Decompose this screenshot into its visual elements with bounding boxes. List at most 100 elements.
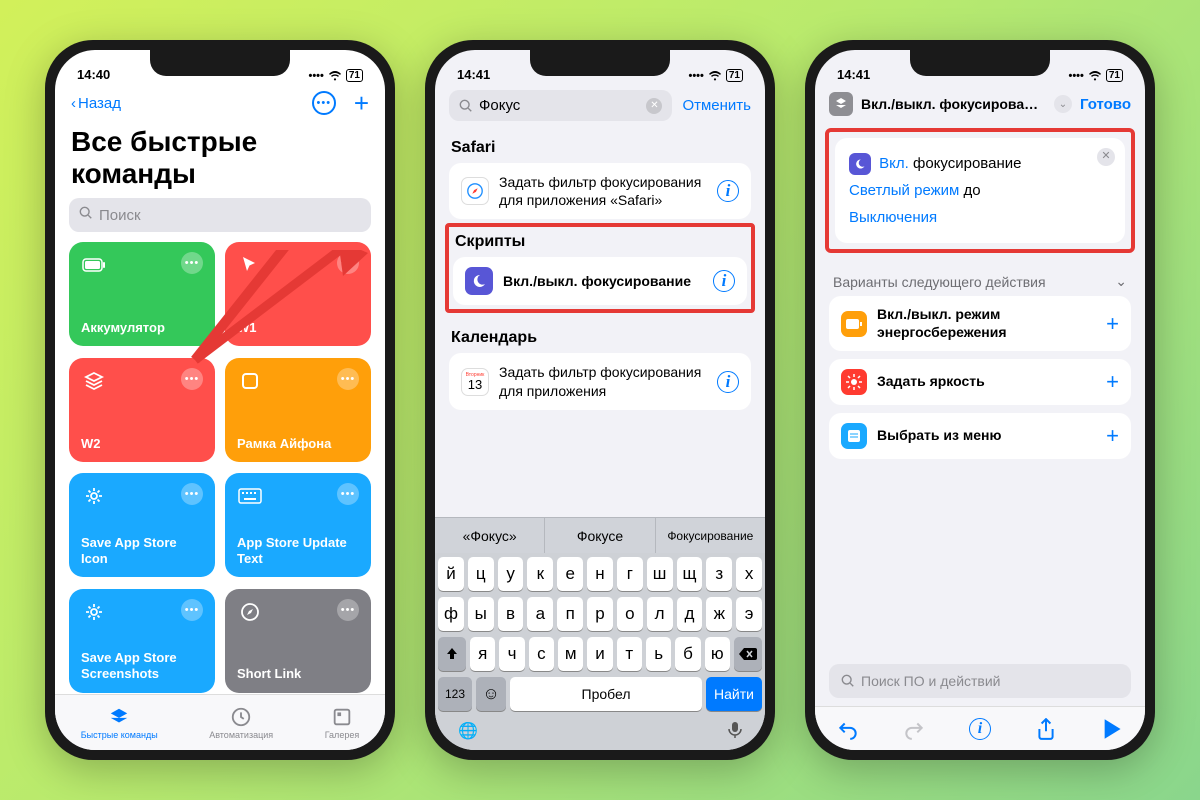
suggestion[interactable]: «Фокус» xyxy=(435,518,545,553)
key-у[interactable]: у xyxy=(498,557,524,591)
action-set-focus[interactable]: ✕ Вкл. фокусирование Светлый режим до Вы… xyxy=(835,138,1125,243)
key-ч[interactable]: ч xyxy=(499,637,524,671)
key-х[interactable]: х xyxy=(736,557,762,591)
info-icon[interactable]: i xyxy=(717,180,739,202)
add-icon[interactable]: + xyxy=(1106,369,1119,395)
tile-menu-icon[interactable]: ••• xyxy=(181,368,203,390)
key-г[interactable]: г xyxy=(617,557,643,591)
token-off[interactable]: Выключения xyxy=(849,209,937,226)
suggestion-brightness[interactable]: Задать яркость + xyxy=(829,359,1131,405)
mic-key[interactable] xyxy=(728,721,742,744)
action-search-field[interactable]: Поиск ПО и действий xyxy=(829,664,1131,698)
row-toggle-focus[interactable]: Вкл./выкл. фокусирование i xyxy=(453,257,747,305)
key-в[interactable]: в xyxy=(498,597,524,631)
key-к[interactable]: к xyxy=(527,557,553,591)
clear-icon[interactable]: ✕ xyxy=(646,98,662,114)
row-calendar-filter[interactable]: Вторник 13 Задать фильтр фокусирования д… xyxy=(449,353,751,409)
key-н[interactable]: н xyxy=(587,557,613,591)
backspace-key[interactable] xyxy=(734,637,762,671)
delete-action-icon[interactable]: ✕ xyxy=(1097,148,1115,166)
tile-iphone-frame[interactable]: ••• Рамка Айфона xyxy=(225,358,371,462)
suggestion-low-power[interactable]: Вкл./выкл. режим энергосбережения + xyxy=(829,296,1131,351)
emoji-key[interactable]: ☺ xyxy=(476,677,506,711)
tile-update-text[interactable]: ••• App Store Update Text xyxy=(225,473,371,577)
add-icon[interactable]: + xyxy=(1106,423,1119,449)
chevron-down-icon[interactable]: ⌄ xyxy=(1054,95,1072,113)
key-ц[interactable]: ц xyxy=(468,557,494,591)
tile-menu-icon[interactable]: ••• xyxy=(181,599,203,621)
key-ь[interactable]: ь xyxy=(646,637,671,671)
key-м[interactable]: м xyxy=(558,637,583,671)
tile-menu-icon[interactable]: ••• xyxy=(337,599,359,621)
tab-shortcuts[interactable]: Быстрые команды xyxy=(81,706,158,740)
tile-w2[interactable]: ••• W2 xyxy=(69,358,215,462)
suggestion[interactable]: Фокусирование xyxy=(656,518,765,553)
cancel-button[interactable]: Отменить xyxy=(682,97,751,114)
section-scripts: Скрипты xyxy=(449,227,751,257)
tab-gallery[interactable]: Галерея xyxy=(325,706,360,740)
row-safari-filter[interactable]: Задать фильтр фокусирования для приложен… xyxy=(449,163,751,219)
undo-button[interactable] xyxy=(837,718,859,740)
sun-icon xyxy=(841,369,867,395)
safari-card: Задать фильтр фокусирования для приложен… xyxy=(449,163,751,219)
key-и[interactable]: и xyxy=(587,637,612,671)
suggestion-choose-menu[interactable]: Выбрать из меню + xyxy=(829,413,1131,459)
share-button[interactable] xyxy=(1035,718,1057,740)
tile-battery[interactable]: ••• Аккумулятор xyxy=(69,242,215,346)
tab-automation[interactable]: Автоматизация xyxy=(209,706,273,740)
key-а[interactable]: а xyxy=(527,597,553,631)
key-ы[interactable]: ы xyxy=(468,597,494,631)
more-button[interactable]: ••• xyxy=(312,91,336,115)
key-ф[interactable]: ф xyxy=(438,597,464,631)
tile-w1[interactable]: ••• W1 xyxy=(225,242,371,346)
key-д[interactable]: д xyxy=(677,597,703,631)
globe-key[interactable]: 🌐 xyxy=(458,721,478,744)
search-field[interactable]: Фокус ✕ xyxy=(449,90,672,121)
tile-menu-icon[interactable]: ••• xyxy=(181,252,203,274)
key-т[interactable]: т xyxy=(617,637,642,671)
key-й[interactable]: й xyxy=(438,557,464,591)
shortcut-title[interactable]: Вкл./выкл. фокусирован… xyxy=(861,96,1046,112)
token-mode[interactable]: Светлый режим xyxy=(849,182,959,199)
key-е[interactable]: е xyxy=(557,557,583,591)
menu-icon xyxy=(841,423,867,449)
tile-short-link[interactable]: ••• Short Link xyxy=(225,589,371,693)
key-о[interactable]: о xyxy=(617,597,643,631)
back-button[interactable]: ‹ Назад xyxy=(71,95,121,112)
run-button[interactable] xyxy=(1101,718,1123,740)
numbers-key[interactable]: 123 xyxy=(438,677,472,711)
tile-label: Аккумулятор xyxy=(81,320,203,336)
key-ж[interactable]: ж xyxy=(706,597,732,631)
key-я[interactable]: я xyxy=(470,637,495,671)
tile-save-icon[interactable]: ••• Save App Store Icon xyxy=(69,473,215,577)
info-icon[interactable]: i xyxy=(713,270,735,292)
tile-menu-icon[interactable]: ••• xyxy=(181,483,203,505)
key-р[interactable]: р xyxy=(587,597,613,631)
find-key[interactable]: Найти xyxy=(706,677,762,711)
annotation-highlight: Скрипты Вкл./выкл. фокусирование i xyxy=(445,223,755,313)
tile-screenshots[interactable]: ••• Save App Store Screenshots xyxy=(69,589,215,693)
tile-menu-icon[interactable]: ••• xyxy=(337,483,359,505)
search-field[interactable]: Поиск xyxy=(69,198,371,232)
info-icon[interactable]: i xyxy=(717,371,739,393)
key-б[interactable]: б xyxy=(675,637,700,671)
key-ш[interactable]: ш xyxy=(647,557,673,591)
key-с[interactable]: с xyxy=(529,637,554,671)
key-щ[interactable]: щ xyxy=(677,557,703,591)
token-on[interactable]: Вкл. xyxy=(879,155,909,172)
key-л[interactable]: л xyxy=(647,597,673,631)
key-э[interactable]: э xyxy=(736,597,762,631)
shift-key[interactable] xyxy=(438,637,466,671)
tile-menu-icon[interactable]: ••• xyxy=(337,368,359,390)
key-ю[interactable]: ю xyxy=(705,637,730,671)
tile-menu-icon[interactable]: ••• xyxy=(337,252,359,274)
add-shortcut-button[interactable]: + xyxy=(354,90,369,116)
done-button[interactable]: Готово xyxy=(1080,96,1131,113)
suggestion[interactable]: Фокусе xyxy=(545,518,655,553)
info-button[interactable]: i xyxy=(969,718,991,740)
space-key[interactable]: Пробел xyxy=(510,677,702,711)
key-з[interactable]: з xyxy=(706,557,732,591)
chevron-down-icon[interactable]: ⌄ xyxy=(1115,273,1127,290)
key-п[interactable]: п xyxy=(557,597,583,631)
add-icon[interactable]: + xyxy=(1106,311,1119,337)
